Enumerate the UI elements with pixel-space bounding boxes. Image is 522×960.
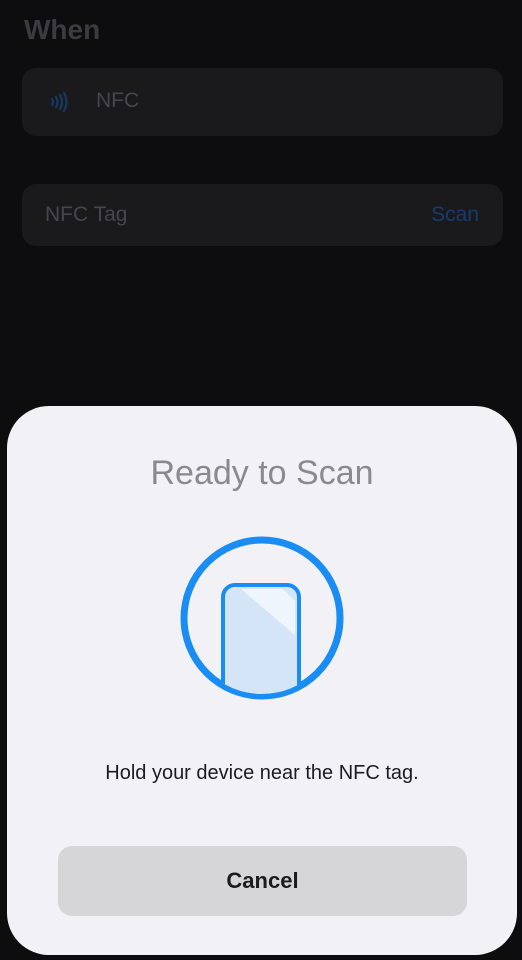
section-title: When — [24, 14, 101, 45]
nfc-tag-row: NFC Tag Scan — [22, 184, 503, 246]
nfc-icon — [50, 91, 68, 113]
ready-to-scan-sheet: Ready to Scan Hold your device near the … — [7, 406, 517, 955]
trigger-label: NFC — [96, 89, 140, 112]
trigger-card[interactable]: NFC — [22, 68, 503, 136]
nfc-tag-label: NFC Tag — [45, 203, 128, 226]
scan-link[interactable]: Scan — [431, 203, 479, 227]
sheet-title: Ready to Scan — [150, 454, 374, 492]
instruction-text: Hold your device near the NFC tag. — [105, 762, 419, 784]
cancel-button[interactable]: Cancel — [58, 846, 467, 916]
phone-in-circle-icon — [180, 536, 344, 700]
